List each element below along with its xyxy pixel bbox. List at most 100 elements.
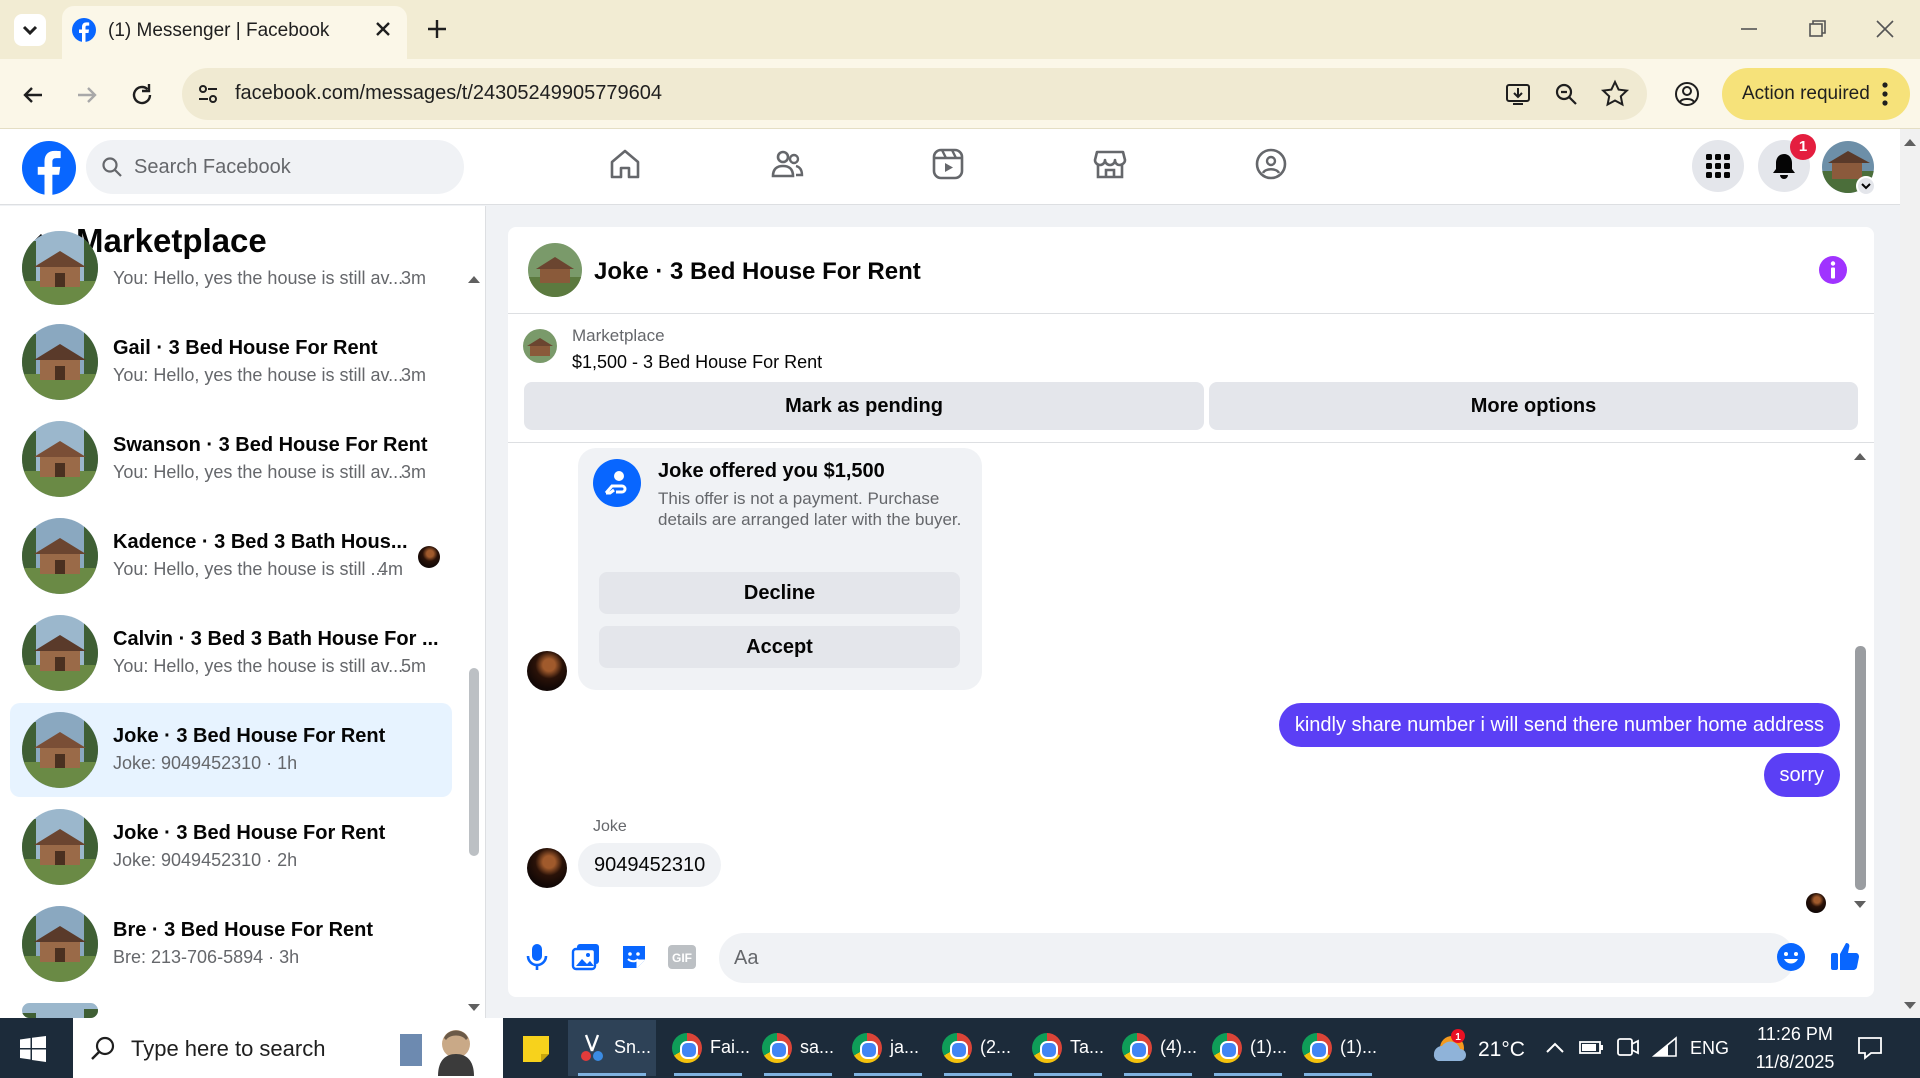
mark-as-pending-button[interactable]: Mark as pending <box>524 382 1204 430</box>
taskbar-app-chrome[interactable]: sa... <box>754 1020 842 1076</box>
meet-now-icon[interactable] <box>1616 1036 1640 1058</box>
windows-start-icon[interactable] <box>20 1036 46 1062</box>
sidebar-scroll-up-icon[interactable] <box>467 274 481 284</box>
taskbar-app-chrome[interactable]: Fai... <box>664 1020 752 1076</box>
weather-temperature[interactable]: 21°C <box>1478 1038 1525 1062</box>
microphone-icon[interactable] <box>523 942 551 972</box>
clock-date[interactable]: 11/8/2025 <box>1745 1052 1845 1073</box>
url-text[interactable]: facebook.com/messages/t/2430524990577960… <box>235 82 662 105</box>
conversation-name: Calvin · 3 Bed 3 Bath House For ... <box>113 628 439 650</box>
decline-button[interactable]: Decline <box>599 572 960 614</box>
taskbar-app-snipping[interactable]: Sn... <box>568 1020 656 1076</box>
taskbar-search-placeholder: Type here to search <box>131 1036 326 1061</box>
taskbar-app-chrome[interactable]: ja... <box>844 1020 932 1076</box>
sender-avatar[interactable] <box>527 651 567 691</box>
tab-search-button[interactable] <box>14 14 46 46</box>
outgoing-message[interactable]: kindly share number i will send there nu… <box>1278 703 1840 747</box>
kebab-menu-icon[interactable] <box>1878 80 1892 108</box>
house-thumbnail <box>22 518 98 594</box>
house-thumbnail <box>22 615 98 691</box>
weather-icon[interactable]: 1 <box>1428 1028 1472 1068</box>
thumbs-up-icon[interactable] <box>1829 940 1861 972</box>
zoom-icon[interactable] <box>1552 80 1580 108</box>
emoji-icon[interactable] <box>1776 942 1806 972</box>
sender-avatar[interactable] <box>527 848 567 888</box>
taskbar-app-label: Fai... <box>710 1037 751 1057</box>
new-tab-icon[interactable] <box>424 16 450 42</box>
outgoing-message[interactable]: sorry <box>1763 753 1840 797</box>
profile-icon[interactable] <box>1672 79 1702 109</box>
svg-text:GIF: GIF <box>672 951 692 965</box>
chat-header-name[interactable]: Joke · 3 Bed House For Rent <box>594 258 921 286</box>
tab-title: (1) Messenger | Facebook <box>108 20 330 41</box>
chrome-icon <box>852 1033 882 1063</box>
conversation-time: 5m <box>401 656 427 676</box>
restore-icon[interactable] <box>1806 18 1828 40</box>
chat-header-avatar[interactable] <box>528 243 582 297</box>
friends-icon[interactable] <box>769 146 805 182</box>
taskbar-app-chrome[interactable]: (1)... <box>1204 1020 1292 1076</box>
sidebar-scroll-down-icon[interactable] <box>467 1003 481 1013</box>
more-options-button[interactable]: More options <box>1209 382 1858 430</box>
wifi-icon[interactable] <box>1652 1036 1678 1058</box>
message-input[interactable] <box>719 933 1795 983</box>
forward-icon[interactable] <box>74 82 100 108</box>
close-window-icon[interactable] <box>1874 18 1896 40</box>
sticker-icon[interactable] <box>619 942 649 972</box>
taskbar-app-label: ja... <box>890 1037 920 1057</box>
reload-icon[interactable] <box>128 81 156 109</box>
message-input-placeholder: Aa <box>734 947 759 969</box>
site-info-icon[interactable] <box>196 82 220 106</box>
taskbar-app-chrome[interactable]: Ta... <box>1024 1020 1112 1076</box>
accept-button[interactable]: Accept <box>599 626 960 668</box>
read-receipt-avatar <box>418 546 440 568</box>
listing-title[interactable]: $1,500 - 3 Bed House For Rent <box>572 352 822 373</box>
photo-icon[interactable] <box>571 942 601 972</box>
chrome-icon <box>1032 1033 1062 1063</box>
back-icon[interactable] <box>20 82 46 108</box>
clock-time[interactable]: 11:26 PM <box>1745 1024 1845 1045</box>
sticky-notes-icon[interactable] <box>521 1034 551 1064</box>
conversation-snippet: Bre: 213-706-5894 · 3h <box>113 947 300 967</box>
battery-icon[interactable] <box>1578 1036 1604 1058</box>
facebook-logo-icon[interactable] <box>22 141 76 195</box>
account-chevron-icon[interactable] <box>1856 176 1876 196</box>
conversation-snippet: You: Hello, yes the house is still av... <box>113 462 404 482</box>
marketplace-icon[interactable] <box>1092 146 1128 182</box>
offer-description: This offer is not a payment. Purchase de… <box>658 489 962 529</box>
video-icon[interactable] <box>930 146 966 182</box>
chat-scrollbar[interactable] <box>1855 646 1866 890</box>
house-thumbnail <box>22 809 98 885</box>
home-icon[interactable] <box>607 146 643 182</box>
taskbar-app-chrome[interactable]: (1)... <box>1294 1020 1382 1076</box>
conversation-avatar <box>22 615 98 691</box>
listing-thumbnail <box>523 329 557 363</box>
bookmark-star-icon[interactable] <box>1600 79 1630 109</box>
offer-title: Joke offered you $1,500 <box>658 460 885 482</box>
incoming-message[interactable]: 9049452310 <box>578 843 722 887</box>
gif-icon[interactable]: GIF <box>667 944 697 970</box>
groups-icon[interactable] <box>1253 146 1289 182</box>
chrome-icon <box>1122 1033 1152 1063</box>
install-app-icon[interactable] <box>1504 80 1532 108</box>
minimize-icon[interactable] <box>1738 18 1760 40</box>
chat-scroll-up-icon[interactable] <box>1853 451 1867 461</box>
input-language[interactable]: ENG <box>1690 1038 1729 1059</box>
page-scroll-up-icon[interactable] <box>1903 137 1917 147</box>
chat-scroll-down-icon[interactable] <box>1853 900 1867 910</box>
close-tab-icon[interactable] <box>372 18 394 40</box>
menu-button[interactable] <box>1692 140 1744 192</box>
chrome-icon <box>1302 1033 1332 1063</box>
page-scroll-down-icon[interactable] <box>1903 1001 1917 1011</box>
conversation-name: Kadence · 3 Bed 3 Bath Hous... <box>113 531 408 553</box>
taskbar-app-chrome[interactable]: (2... <box>934 1020 1022 1076</box>
show-hidden-icons-icon[interactable] <box>1544 1038 1566 1058</box>
sidebar-scrollbar[interactable] <box>469 668 479 856</box>
taskbar-app-chrome[interactable]: (4)... <box>1114 1020 1202 1076</box>
taskbar-app-label: (2... <box>980 1037 1012 1057</box>
action-required-label: Action required <box>1742 83 1870 104</box>
page-scrollbar[interactable] <box>1900 129 1920 1018</box>
info-icon[interactable] <box>1818 255 1848 285</box>
conversation-avatar <box>22 231 98 305</box>
notification-center-icon[interactable] <box>1856 1034 1884 1062</box>
